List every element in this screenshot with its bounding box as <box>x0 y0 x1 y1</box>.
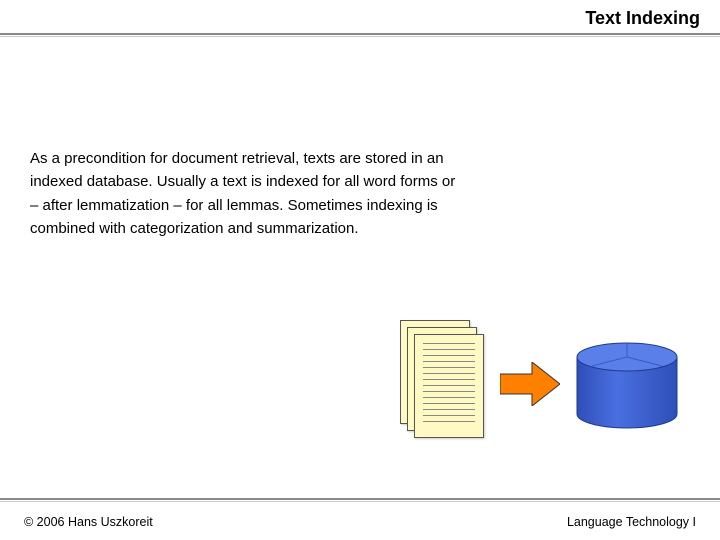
document-stack-icon <box>400 320 490 440</box>
arrow-icon <box>500 362 560 406</box>
course-title: Language Technology I <box>567 515 696 529</box>
page-title: Text Indexing <box>0 0 720 33</box>
body-paragraph: As a precondition for document retrieval… <box>30 147 460 240</box>
database-cylinder-icon <box>572 342 682 432</box>
footer: © 2006 Hans Uszkoreit Language Technolog… <box>0 504 720 540</box>
indexing-diagram <box>400 320 700 460</box>
copyright-text: © 2006 Hans Uszkoreit <box>24 515 153 529</box>
footer-divider <box>0 498 720 502</box>
content-area: As a precondition for document retrieval… <box>0 37 720 240</box>
